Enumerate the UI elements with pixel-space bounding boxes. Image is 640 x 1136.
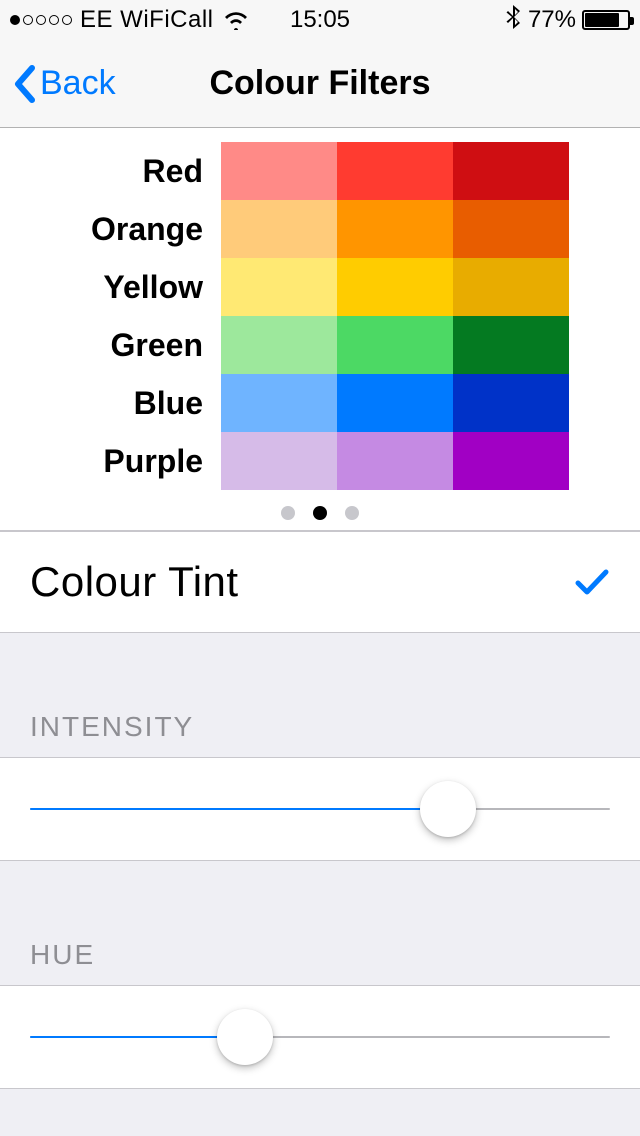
swatch-yellow-2 [453,258,569,316]
chevron-left-icon [12,64,36,104]
swatch-grid[interactable] [221,142,569,490]
hue-slider[interactable] [30,1036,610,1038]
swatch-purple-1 [337,432,453,490]
intensity-fill [30,808,448,810]
hue-thumb[interactable] [217,1009,273,1065]
swatch-col-0 [221,142,337,490]
wifi-icon [222,10,250,30]
page-dot-1[interactable] [313,506,327,520]
swatch-orange-2 [453,200,569,258]
swatch-label-red: Red [71,142,211,200]
page-title: Colour Filters [209,64,430,103]
row-colour-tint[interactable]: Colour Tint [0,531,640,633]
hue-slider-row [0,985,640,1089]
swatch-green-0 [221,316,337,374]
swatch-label-orange: Orange [71,200,211,258]
swatch-green-2 [453,316,569,374]
swatch-blue-1 [337,374,453,432]
hue-fill [30,1036,245,1038]
swatch-label-blue: Blue [71,374,211,432]
status-bar: EE WiFiCall 15:05 77% [0,0,640,40]
swatch-green-1 [337,316,453,374]
row-colour-tint-label: Colour Tint [30,558,239,606]
page-dot-0[interactable] [281,506,295,520]
status-time: 15:05 [290,6,350,34]
status-right: 77% [506,4,630,37]
swatch-col-1 [337,142,453,490]
page-dot-2[interactable] [345,506,359,520]
intensity-thumb[interactable] [420,781,476,837]
back-label: Back [40,64,116,103]
hue-header: HUE [0,939,640,971]
status-left: EE WiFiCall [10,6,250,34]
swatch-label-purple: Purple [71,432,211,490]
back-button[interactable]: Back [0,64,116,104]
swatch-blue-2 [453,374,569,432]
intensity-header: INTENSITY [0,711,640,743]
swatch-orange-0 [221,200,337,258]
page-indicator[interactable] [0,506,640,520]
battery-icon [582,10,630,30]
intensity-slider-row [0,757,640,861]
swatch-orange-1 [337,200,453,258]
swatch-purple-2 [453,432,569,490]
battery-percent: 77% [528,6,576,34]
carrier-label: EE WiFiCall [80,6,214,34]
swatch-red-0 [221,142,337,200]
swatch-label-green: Green [71,316,211,374]
swatch-labels: Red Orange Yellow Green Blue Purple [71,142,211,490]
swatch-red-1 [337,142,453,200]
colour-preview-panel: Red Orange Yellow Green Blue Purple [0,128,640,531]
swatch-purple-0 [221,432,337,490]
bluetooth-icon [506,4,522,37]
intensity-slider[interactable] [30,808,610,810]
signal-strength [10,15,72,25]
swatch-yellow-0 [221,258,337,316]
nav-bar: Back Colour Filters [0,40,640,128]
swatch-label-yellow: Yellow [71,258,211,316]
swatch-yellow-1 [337,258,453,316]
swatch-red-2 [453,142,569,200]
swatch-col-2 [453,142,569,490]
swatch-area: Red Orange Yellow Green Blue Purple [0,142,640,490]
checkmark-icon [574,567,610,597]
swatch-blue-0 [221,374,337,432]
